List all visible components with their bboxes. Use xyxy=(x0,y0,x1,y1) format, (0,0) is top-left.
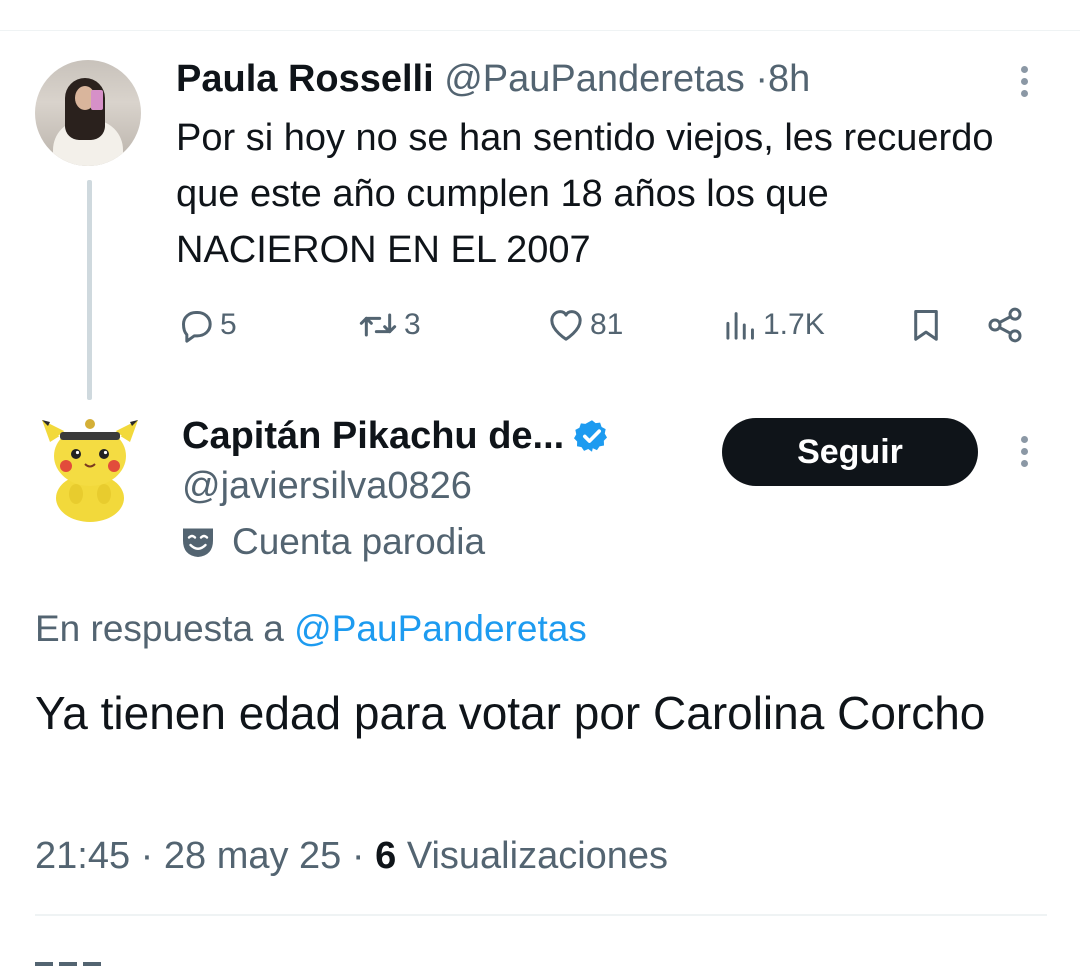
in-reply-to-mention[interactable]: @PauPanderetas xyxy=(294,608,587,649)
in-reply-to-prefix: En respuesta a xyxy=(35,608,284,649)
more-icon[interactable] xyxy=(1019,66,1029,97)
separator: · xyxy=(755,58,769,100)
reply-author-row: Capitán Pikachu de... xyxy=(182,412,610,460)
reply-author-handle[interactable]: @javiersilva0826 xyxy=(182,462,472,510)
more-icon[interactable] xyxy=(1019,436,1029,467)
tweet-date[interactable]: 28 may 25 xyxy=(164,835,341,877)
views-count: 1.7K xyxy=(763,308,825,341)
parent-author-name[interactable]: Paula Rosselli xyxy=(176,58,434,100)
parent-tweet-time[interactable]: 8h xyxy=(768,58,810,100)
parody-account-row: Cuenta parodia xyxy=(180,518,485,566)
verified-badge-icon[interactable] xyxy=(574,418,610,454)
share-button[interactable] xyxy=(985,300,1025,350)
reply-count: 5 xyxy=(220,308,237,341)
in-reply-to: En respuesta a @PauPanderetas xyxy=(35,605,587,653)
tweet-meta-line: 21:45 · 28 may 25 · 6 Visualizaciones xyxy=(35,832,668,880)
reply-tweet-text: Ya tienen edad para votar por Carolina C… xyxy=(35,687,986,739)
cut-off-content xyxy=(35,956,105,966)
like-count: 81 xyxy=(590,308,624,341)
parent-tweet-text: Por si hoy no se han sentido viejos, les… xyxy=(176,117,994,271)
bookmark-icon xyxy=(914,310,938,341)
analytics-icon xyxy=(726,312,754,340)
parody-label: Cuenta parodia xyxy=(232,521,486,562)
separator: · xyxy=(351,835,365,877)
avatar-capitan-pikachu[interactable] xyxy=(40,402,140,524)
parent-author-line: Paula Rosselli @PauPanderetas ·8h xyxy=(176,56,810,102)
reply-icon xyxy=(182,311,212,343)
parent-author-handle[interactable]: @PauPanderetas xyxy=(444,58,745,100)
top-divider xyxy=(0,30,1080,31)
parody-mask-icon xyxy=(183,528,213,557)
share-icon xyxy=(988,307,1022,343)
parent-tweet-actions: 5 3 81 1.7K xyxy=(0,300,1080,350)
heart-icon xyxy=(550,310,582,341)
like-button[interactable]: 81 xyxy=(546,300,623,350)
bookmark-button[interactable] xyxy=(907,300,945,350)
retweet-count: 3 xyxy=(404,308,421,341)
bottom-divider xyxy=(35,914,1047,916)
tweet-time[interactable]: 21:45 xyxy=(35,835,130,877)
tweet-views-count: 6 xyxy=(375,835,397,877)
retweet-icon xyxy=(359,313,397,337)
retweet-button[interactable]: 3 xyxy=(356,300,421,350)
reply-button[interactable]: 5 xyxy=(176,300,237,350)
follow-button[interactable]: Seguir xyxy=(722,418,978,486)
thread-line xyxy=(87,180,92,400)
views-button[interactable]: 1.7K xyxy=(723,300,825,350)
separator: · xyxy=(140,835,154,877)
reply-author-name[interactable]: Capitán Pikachu de... xyxy=(182,412,564,460)
avatar-paula-rosselli[interactable] xyxy=(35,60,141,166)
tweet-views-label: Visualizaciones xyxy=(406,835,669,877)
